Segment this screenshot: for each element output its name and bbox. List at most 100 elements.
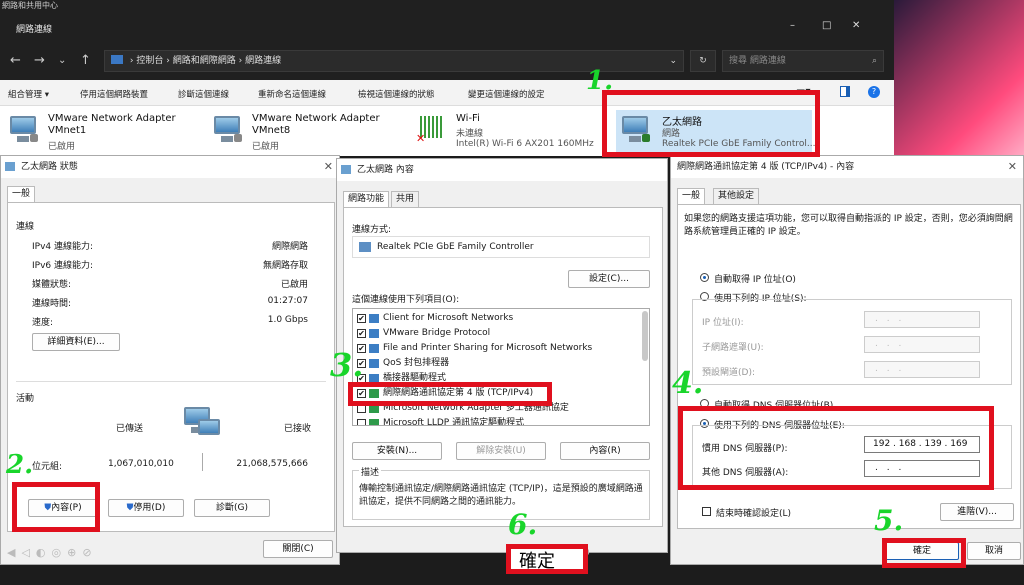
highlight-props-ok-button: 確定 bbox=[506, 544, 588, 574]
close-button[interactable]: 關閉(C) bbox=[263, 540, 333, 558]
diagnose-button[interactable]: 診斷(G) bbox=[194, 499, 270, 517]
preview-pane-icon[interactable] bbox=[840, 86, 850, 97]
configure-button[interactable]: 設定(C)... bbox=[568, 270, 650, 288]
adapter-status: 未連線 bbox=[456, 129, 484, 139]
up-arrow-icon[interactable]: ↑ bbox=[80, 53, 91, 68]
gateway-field[interactable]: . . . bbox=[864, 361, 980, 378]
breadcrumb-item[interactable]: 控制台 bbox=[136, 56, 163, 66]
ip-address-field[interactable]: . . . bbox=[864, 311, 980, 328]
subnet-mask-field[interactable]: . . . bbox=[864, 336, 980, 353]
tab-alternate[interactable]: 其他設定 bbox=[713, 188, 760, 204]
duration-label: 連線時間: bbox=[32, 299, 72, 309]
divider bbox=[202, 453, 203, 471]
connect-using-label: 連線方式: bbox=[352, 225, 392, 235]
subnet-mask-label: 子網路遮罩(U): bbox=[702, 343, 764, 353]
breadcrumb-separator-icon: › bbox=[129, 56, 134, 66]
adapter-vmnet8[interactable]: VMware Network Adapter VMnet8 已啟用 bbox=[212, 110, 412, 154]
forward-arrow-icon[interactable]: → bbox=[34, 53, 45, 68]
advanced-button[interactable]: 進階(V)... bbox=[940, 503, 1014, 521]
back-arrow-icon[interactable]: ← bbox=[10, 53, 21, 68]
close-icon[interactable]: ✕ bbox=[1008, 156, 1017, 178]
auto-ip-label: 自動取得 IP 位址(O) bbox=[714, 275, 796, 285]
dialog-title-text: 乙太網路 內容 bbox=[357, 165, 414, 175]
item-label: QoS 封包排程器 bbox=[383, 358, 450, 368]
window-title: 網路連線 bbox=[16, 25, 53, 35]
help-icon[interactable]: ? bbox=[868, 86, 880, 98]
properties-button[interactable]: 內容(R) bbox=[560, 442, 650, 460]
qos-icon bbox=[369, 359, 379, 368]
step-1-label: 1. bbox=[586, 66, 614, 96]
search-input[interactable]: 搜尋 網路連線 ⌕ bbox=[722, 50, 884, 72]
auto-ip-radio[interactable] bbox=[700, 273, 709, 282]
step-3-label: 3. bbox=[330, 346, 364, 384]
media-state-label: 媒體狀態: bbox=[32, 280, 72, 290]
dialog-title: 乙太網路 內容 bbox=[337, 159, 667, 181]
close-button[interactable]: ✕ bbox=[852, 20, 860, 31]
adapter-wifi[interactable]: ✕ Wi-Fi 未連線 Intel(R) Wi-Fi 6 AX201 160MH… bbox=[416, 110, 606, 154]
validate-label: 結束時確認設定(L) bbox=[716, 509, 792, 519]
tab-sharing[interactable]: 共用 bbox=[391, 191, 420, 207]
intro-text: 如果您的網路支援這項功能，您可以取得自動指派的 IP 設定，否則，您必須詢問網路… bbox=[684, 214, 1013, 237]
checkbox[interactable] bbox=[357, 419, 366, 425]
adapter-field: Realtek PCIe GbE Family Controller bbox=[352, 236, 650, 258]
breadcrumb-item[interactable]: 網路連線 bbox=[245, 56, 281, 66]
desktop-wallpaper bbox=[894, 0, 1024, 160]
description-label: 描述 bbox=[359, 465, 382, 478]
item-label: File and Printer Sharing for Microsoft N… bbox=[383, 343, 593, 353]
breadcrumb-item[interactable]: 網路和網際網路 bbox=[173, 56, 236, 66]
adapter-status: 已啟用 bbox=[48, 142, 76, 152]
organize-button[interactable]: 組合管理 ▾ bbox=[8, 88, 49, 100]
received-label: 已接收 bbox=[284, 424, 312, 434]
duration-value: 01:27:07 bbox=[267, 296, 308, 306]
chevron-down-icon[interactable]: ⌄ bbox=[669, 51, 677, 71]
view-status-button[interactable]: 檢視這個連線的狀態 bbox=[358, 88, 435, 100]
title-bar: 網路連線 – □ ✕ bbox=[0, 14, 894, 44]
minimize-button[interactable]: – bbox=[790, 20, 795, 31]
client-icon bbox=[369, 314, 379, 323]
ipv4-value: 網際網路 bbox=[271, 242, 308, 252]
network-icon bbox=[5, 162, 15, 171]
network-adapter-icon bbox=[212, 116, 244, 142]
ipv4-label: IPv4 連線能力: bbox=[32, 242, 94, 252]
highlight-ethernet-adapter bbox=[602, 90, 820, 157]
highlight-ipv4-ok-button bbox=[882, 538, 966, 568]
checkbox[interactable]: ✔ bbox=[357, 314, 366, 323]
adapter-name: VMware Network Adapter VMnet1 bbox=[48, 113, 176, 136]
wifi-adapter-icon: ✕ bbox=[416, 116, 448, 144]
diagnose-button[interactable]: 診斷這個連線 bbox=[178, 88, 229, 100]
ip-label: IP 位址(I): bbox=[702, 318, 744, 328]
ethernet-properties-dialog: 乙太網路 內容 網路功能 共用 連線方式: Realtek PCIe GbE F… bbox=[336, 158, 668, 555]
tab-networking[interactable]: 網路功能 bbox=[343, 191, 390, 207]
network-activity-icon bbox=[180, 407, 226, 447]
divider bbox=[16, 381, 326, 382]
disable-button[interactable]: ⛊停用(D) bbox=[108, 499, 184, 517]
network-icon bbox=[341, 165, 351, 174]
highlight-dns-section bbox=[678, 406, 994, 490]
tab-general[interactable]: 一般 bbox=[677, 188, 706, 204]
refresh-icon[interactable]: ↻ bbox=[690, 50, 716, 72]
step-4-label: 4. bbox=[672, 366, 704, 401]
tab-general[interactable]: 一般 bbox=[7, 186, 36, 202]
dialog-title: 乙太網路 狀態 ✕ bbox=[1, 156, 339, 178]
close-icon[interactable]: ✕ bbox=[324, 156, 333, 178]
checkbox[interactable]: ✔ bbox=[357, 329, 366, 338]
section-activity: 活動 bbox=[16, 394, 35, 404]
scrollbar[interactable] bbox=[642, 311, 648, 361]
speed-label: 速度: bbox=[32, 318, 54, 328]
details-button[interactable]: 詳細資料(E)... bbox=[32, 333, 120, 351]
validate-checkbox[interactable] bbox=[702, 507, 711, 516]
disable-device-button[interactable]: 停用這個網路裝置 bbox=[80, 88, 148, 100]
install-button[interactable]: 安裝(N)... bbox=[352, 442, 442, 460]
rename-button[interactable]: 重新命名這個連線 bbox=[258, 88, 326, 100]
adapter-vmnet1[interactable]: VMware Network Adapter VMnet1 已啟用 bbox=[8, 110, 208, 154]
uninstall-button[interactable]: 解除安裝(U) bbox=[456, 442, 546, 460]
cancel-button[interactable]: 取消 bbox=[967, 542, 1021, 560]
step-5-label: 5. bbox=[874, 504, 904, 537]
change-settings-button[interactable]: 變更這個連線的設定 bbox=[468, 88, 545, 100]
search-placeholder: 搜尋 網路連線 bbox=[729, 56, 786, 66]
maximize-button[interactable]: □ bbox=[822, 20, 831, 31]
chevron-down-icon[interactable]: ⌄ bbox=[58, 55, 66, 66]
dialog-title: 網際網路通訊協定第 4 版 (TCP/IPv4) - 內容 ✕ bbox=[671, 156, 1023, 178]
bytes-received: 21,068,575,666 bbox=[236, 459, 308, 469]
items-list[interactable]: ✔ Client for Microsoft Networks ✔ VMware B… bbox=[352, 308, 650, 426]
